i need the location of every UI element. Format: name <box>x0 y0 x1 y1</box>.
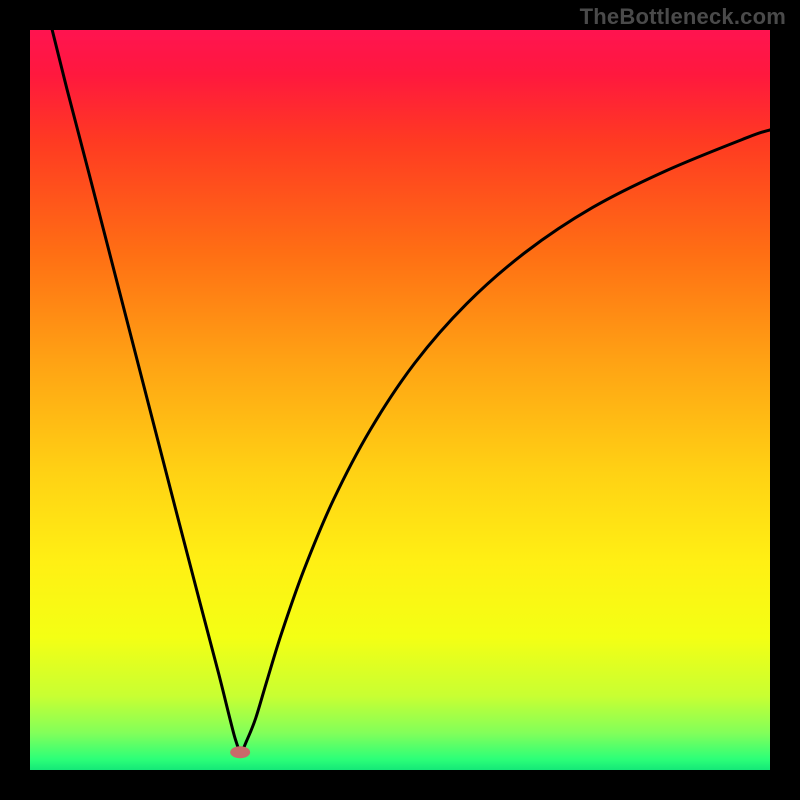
chart-frame: TheBottleneck.com <box>0 0 800 800</box>
plot-background <box>30 30 770 770</box>
optimal-marker <box>230 746 250 758</box>
bottleneck-chart <box>0 0 800 800</box>
watermark-text: TheBottleneck.com <box>580 4 786 30</box>
